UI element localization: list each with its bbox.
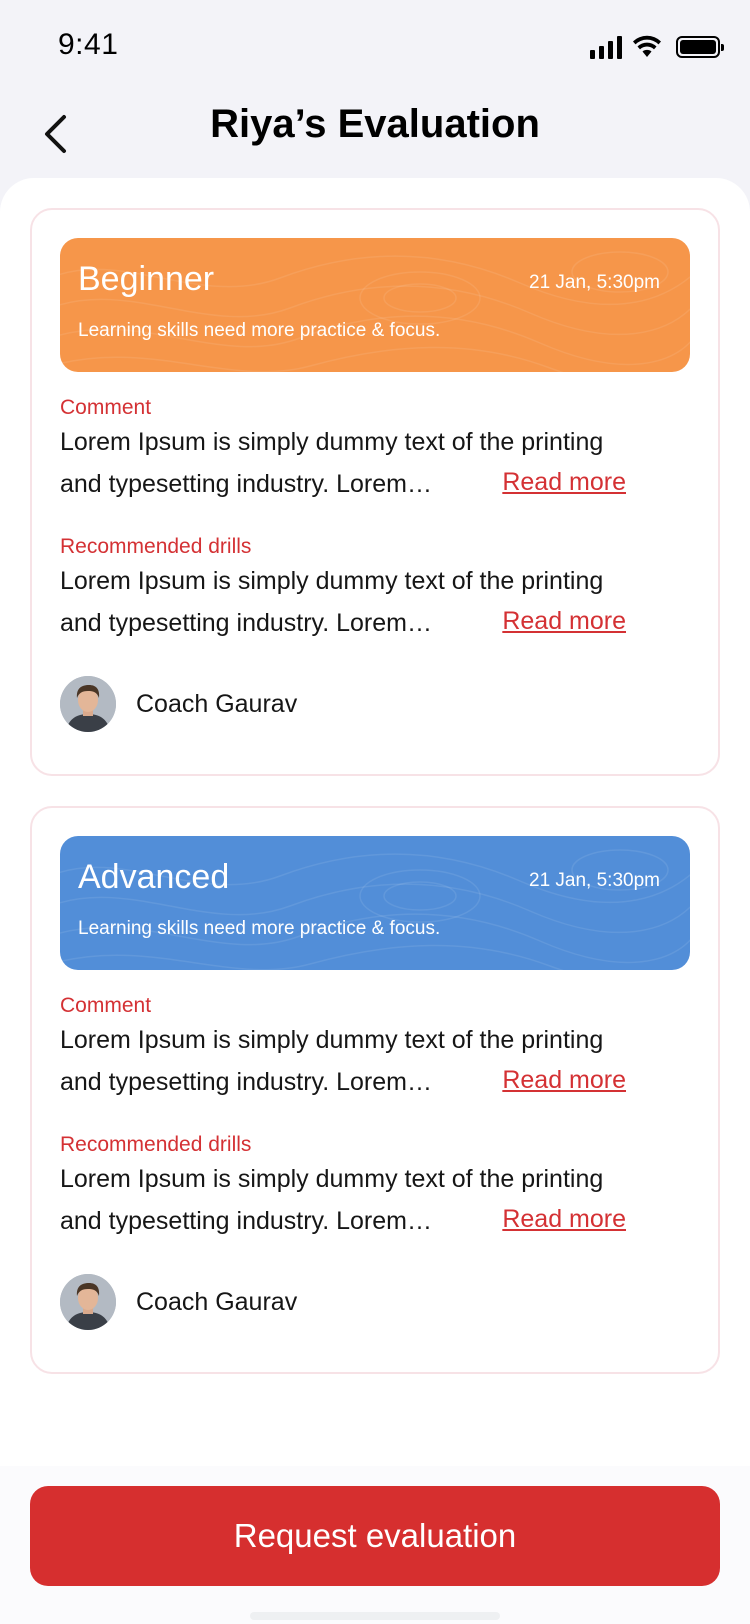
avatar xyxy=(60,676,116,732)
level-banner: Beginner 21 Jan, 5:30pm Learning skills … xyxy=(60,238,690,372)
level-name: Beginner xyxy=(78,260,215,298)
topographic-pattern xyxy=(60,849,690,970)
bottom-action-bar: Request evaluation xyxy=(0,1466,750,1624)
coach-row: Coach Gaurav xyxy=(60,676,297,732)
level-banner: Advanced 21 Jan, 5:30pm Learning skills … xyxy=(60,836,690,970)
request-evaluation-button[interactable]: Request evaluation xyxy=(30,1486,720,1586)
level-description: Learning skills need more practice & foc… xyxy=(78,918,441,939)
cellular-signal-icon xyxy=(590,35,622,59)
drills-label: Recommended drills xyxy=(60,535,252,558)
evaluation-date: 21 Jan, 5:30pm xyxy=(529,870,660,891)
coach-name: Coach Gaurav xyxy=(136,1287,298,1316)
status-time: 9:41 xyxy=(58,28,119,61)
evaluation-list: Beginner 21 Jan, 5:30pm Learning skills … xyxy=(0,178,750,1468)
status-icons xyxy=(590,32,724,62)
comment-read-more-link[interactable]: Read more xyxy=(502,468,626,497)
wifi-icon xyxy=(633,35,661,57)
battery-icon xyxy=(676,36,724,58)
comment-label: Comment xyxy=(60,396,152,419)
drills-label: Recommended drills xyxy=(60,1133,252,1156)
topographic-pattern xyxy=(60,251,690,372)
coach-name: Coach Gaurav xyxy=(136,689,298,718)
nav-bar: Riya’s Evaluation xyxy=(0,92,750,182)
comment-line-1: Lorem Ipsum is simply dummy text of the … xyxy=(60,428,604,456)
comment-label: Comment xyxy=(60,994,152,1017)
evaluation-date: 21 Jan, 5:30pm xyxy=(529,272,660,293)
status-bar: 9:41 xyxy=(0,0,750,92)
evaluation-card: Advanced 21 Jan, 5:30pm Learning skills … xyxy=(30,806,720,1374)
coach-row: Coach Gaurav xyxy=(60,1274,297,1330)
drills-line-1: Lorem Ipsum is simply dummy text of the … xyxy=(60,1165,604,1193)
comment-read-more-link[interactable]: Read more xyxy=(502,1066,626,1095)
page-title: Riya’s Evaluation xyxy=(210,102,540,146)
comment-line-1: Lorem Ipsum is simply dummy text of the … xyxy=(60,1026,604,1054)
drills-line-1: Lorem Ipsum is simply dummy text of the … xyxy=(60,567,604,595)
avatar xyxy=(60,1274,116,1330)
level-name: Advanced xyxy=(78,858,230,896)
home-indicator xyxy=(250,1612,500,1620)
level-description: Learning skills need more practice & foc… xyxy=(78,320,441,341)
drills-read-more-link[interactable]: Read more xyxy=(502,607,626,636)
drills-read-more-link[interactable]: Read more xyxy=(502,1205,626,1234)
evaluation-card: Beginner 21 Jan, 5:30pm Learning skills … xyxy=(30,208,720,776)
